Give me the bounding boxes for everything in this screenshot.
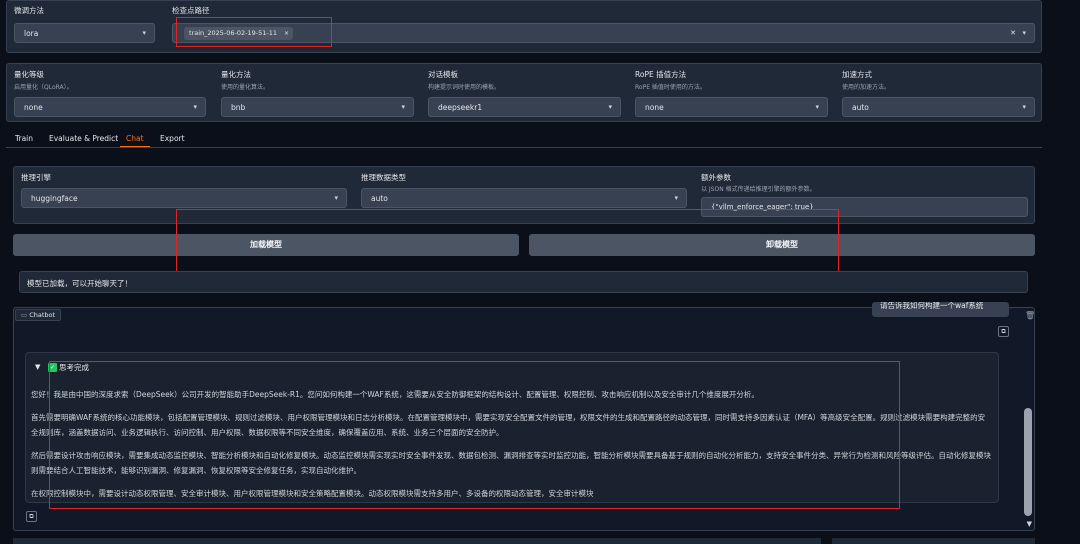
checkpoint-tag: train_2025-06-02-19-51-11 × xyxy=(184,27,294,40)
copy-icon[interactable]: ⧉ xyxy=(26,511,37,522)
scrollbar[interactable] xyxy=(1024,408,1032,516)
template-dropdown[interactable]: deepseekr1 ▾ xyxy=(428,97,621,117)
template-desc: 构建提示词时使用的模板。 xyxy=(428,84,501,91)
quant-level-value: none xyxy=(24,103,43,112)
booster-dropdown[interactable]: auto ▾ xyxy=(842,97,1035,117)
booster-value: auto xyxy=(852,103,869,112)
quant-method-dropdown[interactable]: bnb ▾ xyxy=(221,97,414,117)
tab-evaluate-predict[interactable]: Evaluate & Predict xyxy=(49,134,118,143)
chatbot-label: ▭ Chatbot xyxy=(15,309,62,321)
chevron-down-icon: ▾ xyxy=(608,103,612,111)
chevron-down-icon: ▾ xyxy=(1022,103,1026,111)
answer-paragraph: 首先需要明确WAF系统的核心功能模块，包括配置管理模块、规则过滤模块、用户权限管… xyxy=(31,413,986,437)
status-message: 模型已加载，可以开始聊天了！ xyxy=(27,279,132,288)
checkpoint-dropdown[interactable]: train_2025-06-02-19-51-11 × ✕ ▾ xyxy=(172,23,1035,43)
dtype-dropdown[interactable]: auto ▾ xyxy=(361,188,687,208)
chevron-down-icon: ▾ xyxy=(193,103,197,111)
quant-level-dropdown[interactable]: none ▾ xyxy=(14,97,206,117)
clear-icon[interactable]: ✕ xyxy=(1010,29,1016,37)
booster-desc: 使用的加速方法。 xyxy=(842,84,891,91)
engine-label: 推理引擎 xyxy=(21,173,51,182)
dtype-value: auto xyxy=(371,194,388,203)
collapse-icon[interactable]: ▼ xyxy=(35,363,40,371)
rope-desc: RoPE 插值时使用的方法。 xyxy=(635,84,706,91)
user-message: 请告诉我如何构建一个waf系统 xyxy=(880,302,984,310)
load-model-button[interactable]: 加载模型 xyxy=(13,234,519,256)
inference-panel: 推理引擎 huggingface ▾ 推理数据类型 auto ▾ 额外参数 以 … xyxy=(13,166,1035,224)
booster-label: 加速方式 xyxy=(842,70,872,79)
tab-divider xyxy=(6,147,1042,148)
tab-train[interactable]: Train xyxy=(15,134,33,143)
unload-model-button[interactable]: 卸载模型 xyxy=(529,234,1035,256)
extra-args-value: {"vllm_enforce_eager": true} xyxy=(711,203,814,211)
extra-args-input[interactable]: {"vllm_enforce_eager": true} xyxy=(701,197,1028,217)
template-label: 对话模板 xyxy=(428,70,458,79)
checkpoint-tag-text: train_2025-06-02-19-51-11 xyxy=(189,29,278,37)
chevron-down-icon: ▾ xyxy=(401,103,405,111)
settings-panel: 量化等级 启用量化（QLoRA）。 none ▾ 量化方法 使用的量化算法。 b… xyxy=(6,63,1042,122)
answer-paragraph: 您好！我是由中国的深度求索（DeepSeek）公司开发的智能助手DeepSeek… xyxy=(31,390,759,399)
dtype-label: 推理数据类型 xyxy=(361,173,406,182)
chevron-down-icon: ▾ xyxy=(142,29,146,37)
bottom-bar-right xyxy=(832,538,1035,544)
answer-paragraph: 然后需要设计攻击响应模块，需要集成动态监控模块、智能分析模块和自动化修复模块。动… xyxy=(31,451,991,475)
chevron-down-icon: ▾ xyxy=(1022,29,1026,37)
scroll-down-icon[interactable]: ▼ xyxy=(1027,520,1032,528)
chatbot-label-text: Chatbot xyxy=(29,311,56,319)
rope-value: none xyxy=(645,103,664,112)
status-box: 模型已加载，可以开始聊天了！ xyxy=(19,271,1028,293)
extra-args-desc: 以 JSON 格式传递给推理引擎的额外参数。 xyxy=(701,186,816,193)
trash-icon[interactable]: 🗑 xyxy=(1025,311,1035,320)
checkpoint-label: 检查点路径 xyxy=(172,6,210,15)
quant-level-label: 量化等级 xyxy=(14,70,44,79)
chevron-down-icon: ▾ xyxy=(815,103,819,111)
finetune-value: lora xyxy=(24,29,39,38)
quant-level-desc: 启用量化（QLoRA）。 xyxy=(14,84,73,91)
checkmark-icon: ✓ xyxy=(48,363,57,372)
top-panel: 微调方法 lora ▾ 检查点路径 train_2025-06-02-19-51… xyxy=(6,0,1042,53)
tag-close-icon[interactable]: × xyxy=(284,27,289,40)
copy-icon[interactable]: ⧉ xyxy=(998,326,1009,337)
quant-method-value: bnb xyxy=(231,103,246,112)
extra-args-label: 额外参数 xyxy=(701,173,731,182)
bottom-bar-left xyxy=(13,538,821,544)
user-message-bubble: 请告诉我如何构建一个waf系统 xyxy=(872,302,1009,317)
finetune-label: 微调方法 xyxy=(14,6,44,15)
quant-method-desc: 使用的量化算法。 xyxy=(221,84,270,91)
engine-value: huggingface xyxy=(31,194,78,203)
template-value: deepseekr1 xyxy=(438,103,483,112)
quant-method-label: 量化方法 xyxy=(221,70,251,79)
chevron-down-icon: ▾ xyxy=(674,194,678,202)
answer-paragraph: 在权限控制模块中，需要设计动态权限管理、安全审计模块、用户权限管理模块和安全策略… xyxy=(31,489,594,498)
tab-export[interactable]: Export xyxy=(160,134,185,143)
chat-icon: ▭ xyxy=(21,311,28,319)
chevron-down-icon: ▾ xyxy=(334,194,338,202)
engine-dropdown[interactable]: huggingface ▾ xyxy=(21,188,347,208)
rope-dropdown[interactable]: none ▾ xyxy=(635,97,828,117)
tab-chat[interactable]: Chat xyxy=(126,134,144,143)
thinking-label: 思考完成 xyxy=(59,363,89,372)
finetune-dropdown[interactable]: lora ▾ xyxy=(14,23,155,43)
rope-label: RoPE 插值方法 xyxy=(635,70,687,79)
